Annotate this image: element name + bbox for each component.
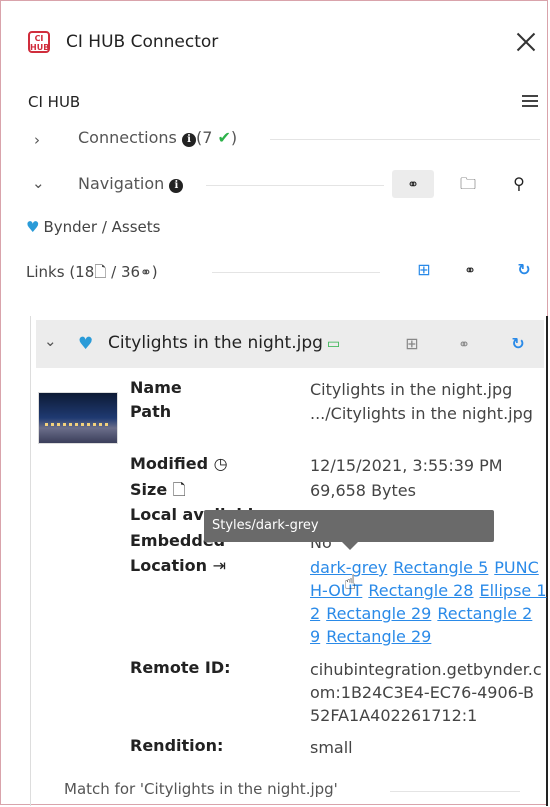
prop-remote-label: Remote ID: [130,658,231,677]
hand-cursor-icon: ☝ [344,570,357,594]
connections-label: Connections [78,128,177,147]
check-icon: ✔ [217,128,231,147]
prop-remote-value: cihubintegration.getbynder.com:1B24C3E4-… [310,660,542,725]
document-icon: 🗋 [172,480,186,499]
app-title: CI HUB Connector [66,32,219,52]
chevron-right-icon[interactable]: › [34,131,40,149]
links-label: Links [26,263,65,281]
info-icon[interactable]: i [181,133,196,147]
search-icon[interactable]: ⚲ [505,170,533,198]
folder-icon[interactable]: 🗀 [454,170,482,198]
link-icon[interactable]: ⚭ [450,330,478,358]
prop-modified-label: Modified ◷ [130,454,228,473]
prop-name-label: Name [130,378,182,397]
tooltip: Styles/dark-grey [204,510,494,550]
divider [212,272,380,273]
close-icon[interactable] [514,30,538,54]
match-text: Match for 'Citylights in the night.jpg' [64,780,338,798]
divider [206,185,384,186]
add-icon[interactable]: ⊞ [398,330,426,358]
ci-hub-logo: CI HUB [28,31,50,53]
links-count: / 36 [111,263,141,281]
asset-thumbnail[interactable] [38,392,118,444]
bynder-icon: ♥ [26,218,40,236]
navigation-label: Navigation [78,174,165,193]
info-icon[interactable]: i [169,179,184,193]
location-link[interactable]: Rectangle 29 [326,627,431,646]
refresh-icon[interactable]: ↻ [504,330,532,358]
header: CI HUB CI HUB Connector [0,0,550,88]
clock-icon: ◷ [213,454,228,473]
chevron-down-icon[interactable]: ⌄ [44,332,57,350]
connections-row[interactable]: Connections i (7 ✔) [78,128,237,147]
location-link[interactable]: Rectangle 5 [393,558,488,577]
location-icon: ⇥ [212,556,226,575]
prop-rendition-label: Rendition: [130,736,224,755]
bynder-icon: ♥ [78,334,94,354]
location-link[interactable]: Rectangle 28 [368,581,473,600]
links-files: (18 [69,263,95,281]
navigation-row[interactable]: Navigation i [78,174,184,193]
link-icon[interactable]: ⚭ [392,170,434,198]
add-icon[interactable]: ⊞ [410,256,438,284]
document-icon: 🗋 [94,263,107,281]
prop-size-value: 69,658 Bytes [310,481,416,500]
link-icon[interactable]: ⚭ [456,256,484,284]
location-link[interactable]: Rectangle 29 [326,604,431,623]
menu-icon[interactable] [522,95,538,109]
prop-path-value: .../Citylights in the night.jpg [310,404,533,423]
link-icon: ⚭ [140,265,152,281]
chevron-down-icon[interactable]: ⌄ [32,174,45,192]
refresh-icon[interactable]: ↻ [510,256,538,284]
prop-size-label: Size 🗋 [130,480,186,499]
links-summary: Links (18🗋 / 36⚭) [26,263,158,281]
divider [270,139,540,140]
laptop-icon: ▭ [326,336,341,352]
asset-name[interactable]: Citylights in the night.jpg ▭ [108,333,340,353]
divider [390,791,520,792]
prop-rendition-value: small [310,738,353,757]
prop-modified-value: 12/15/2021, 3:55:39 PM [310,456,503,475]
prop-path-label: Path [130,402,172,421]
connections-count: (7 [195,128,213,147]
section-title: CI HUB [28,93,81,111]
breadcrumb-text: Bynder / Assets [43,218,161,236]
prop-location-label: Location ⇥ [130,556,226,575]
prop-name-value: Citylights in the night.jpg [310,380,513,399]
breadcrumb[interactable]: ♥ Bynder / Assets [26,218,160,236]
